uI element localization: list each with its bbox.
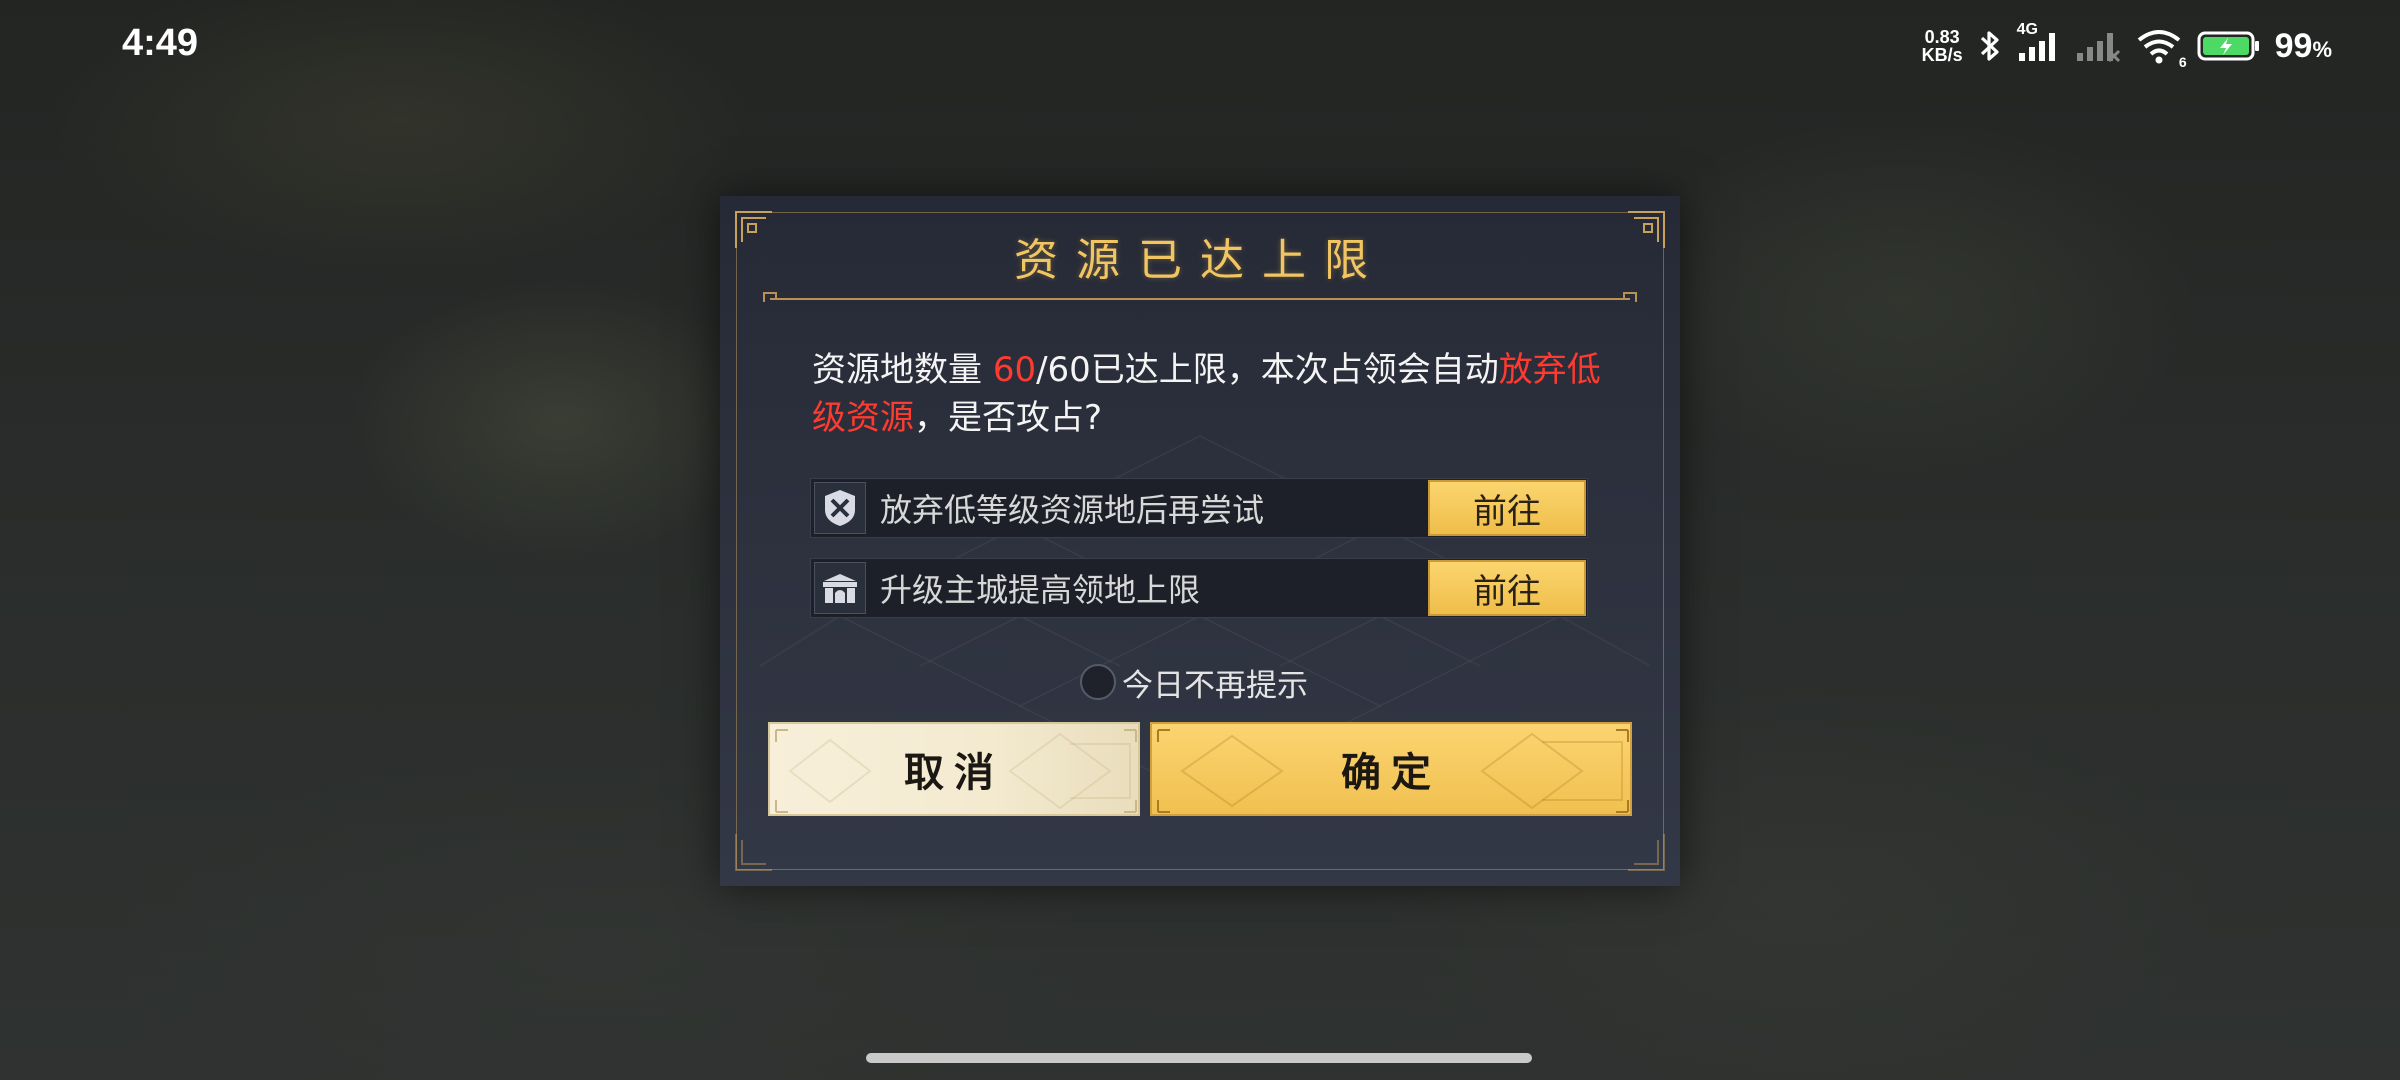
message-count-highlight: 60	[992, 350, 1037, 390]
wifi-icon: 6	[2135, 28, 2187, 70]
dialog-title: 资源已达上限	[1014, 235, 1386, 286]
status-icons: 0.83 KB/s 4G 6 99%	[1922, 21, 2332, 70]
confirm-label: 确定	[1341, 749, 1441, 796]
city-gate-icon	[814, 562, 866, 614]
goto-button-abandon[interactable]: 前往	[1428, 480, 1586, 536]
abandon-land-icon	[814, 482, 866, 534]
status-time: 4:49	[122, 22, 199, 64]
net-speed-value: 0.83	[1924, 27, 1960, 47]
cancel-label: 取消	[904, 749, 1004, 796]
network-type-label: 4G	[2016, 21, 2038, 38]
home-indicator[interactable]	[866, 1053, 1532, 1063]
wifi-badge: 6	[2178, 54, 2187, 70]
corner-ornament-bottom-left	[735, 834, 772, 871]
battery-percent: 99%	[2275, 27, 2332, 66]
title-divider	[763, 292, 1637, 302]
message-part1: 资源地数量	[812, 350, 993, 390]
resource-limit-dialog: 资源已达上限 资源地数量 60/60已达上限，本次占领会自动放弃低级资源，是否攻…	[720, 196, 1680, 886]
battery-value: 99	[2274, 26, 2313, 65]
dialog-message: 资源地数量 60/60已达上限，本次占领会自动放弃低级资源，是否攻占?	[812, 346, 1602, 442]
task-row-upgrade-city: 升级主城提高领地上限 前往	[810, 558, 1588, 618]
corner-ornament-bottom-right	[1628, 834, 1665, 871]
task-label: 放弃低等级资源地后再尝试	[880, 491, 1265, 529]
dont-remind-today-option[interactable]: 今日不再提示	[1080, 660, 1320, 704]
dont-remind-radio[interactable]	[1080, 664, 1116, 700]
bluetooth-icon	[1977, 28, 2003, 64]
task-label: 升级主城提高领地上限	[880, 571, 1201, 609]
battery-charging-icon	[2197, 29, 2261, 63]
net-speed: 0.83 KB/s	[1922, 28, 1963, 64]
net-speed-unit: KB/s	[1921, 45, 1963, 65]
status-bar: 4:49 0.83 KB/s 4G 6 99 %	[0, 0, 2400, 96]
battery-unit: %	[2312, 36, 2332, 62]
goto-button-upgrade-city[interactable]: 前往	[1428, 560, 1586, 616]
cancel-button[interactable]: 取消	[768, 722, 1140, 816]
message-part2: /60已达上限，本次占领会自动	[1036, 350, 1499, 390]
game-screen: 4:49 0.83 KB/s 4G 6 99 % 资源已达上限 资源地数量 60…	[0, 0, 2400, 1080]
confirm-button[interactable]: 确定	[1150, 722, 1632, 816]
message-part3: ，是否攻占?	[914, 398, 1103, 438]
dont-remind-label: 今日不再提示	[1122, 667, 1308, 704]
cell-signal-no-service-icon	[2075, 29, 2121, 63]
task-row-abandon: 放弃低等级资源地后再尝试 前往	[810, 478, 1588, 538]
cell-signal-icon: 4G	[2017, 21, 2061, 63]
